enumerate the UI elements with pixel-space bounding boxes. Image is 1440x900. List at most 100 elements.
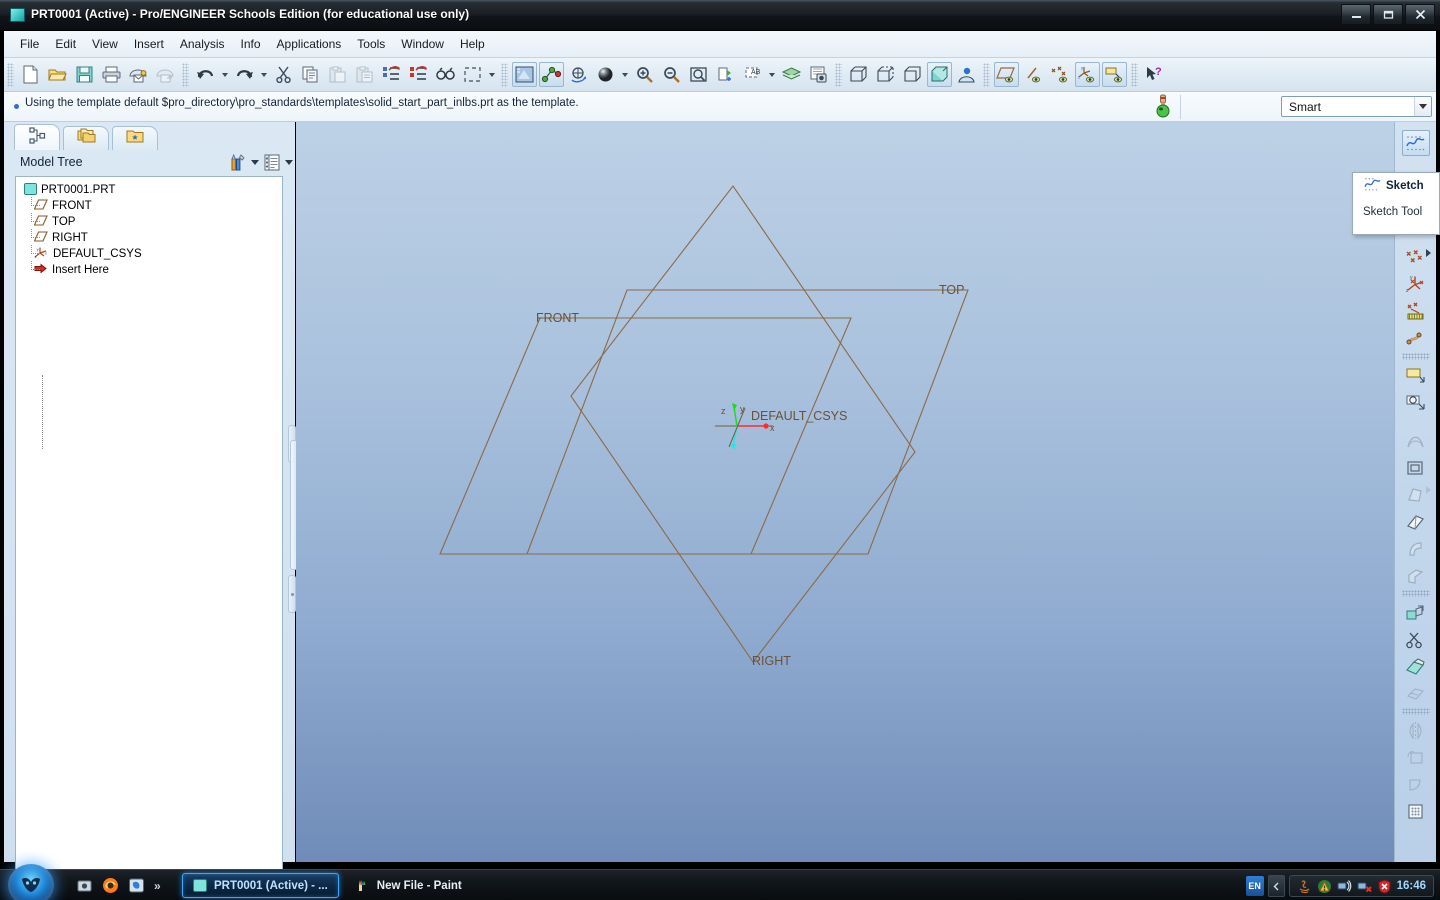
datum-csys-icon[interactable] (1402, 325, 1430, 351)
hidden-line-icon[interactable] (873, 62, 898, 87)
display-style-dropdown-arrow[interactable] (619, 62, 631, 87)
extrude-icon[interactable] (1402, 362, 1430, 388)
datum-plane-icon[interactable] (1402, 244, 1431, 270)
zoom-out-icon[interactable] (659, 62, 684, 87)
spin-center-icon[interactable] (539, 62, 564, 87)
save-icon[interactable] (72, 62, 97, 87)
tree-item-right[interactable]: RIGHT (16, 229, 282, 246)
solidify-icon[interactable] (1402, 680, 1430, 706)
context-help-icon[interactable]: ? (1142, 62, 1167, 87)
toolbar-grip-3[interactable] (501, 62, 508, 87)
datum-plane-display-icon[interactable] (994, 62, 1019, 87)
tree-item-insert-here[interactable]: Insert Here (16, 261, 282, 278)
menu-window[interactable]: Window (393, 33, 452, 55)
paste-special-icon[interactable] (352, 62, 377, 87)
redo-dropdown-arrow[interactable] (258, 62, 270, 87)
toolbar-grip-6[interactable] (1131, 62, 1138, 87)
tree-columns-dropdown-arrow[interactable] (283, 152, 295, 172)
zoom-in-icon[interactable] (632, 62, 657, 87)
cut-icon[interactable] (271, 62, 296, 87)
show-hidden-icons-icon[interactable] (1267, 875, 1285, 897)
datum-axis-display-icon[interactable] (1021, 62, 1046, 87)
merge-icon[interactable] (1402, 653, 1430, 679)
menu-tools[interactable]: Tools (349, 33, 393, 55)
menu-info[interactable]: Info (233, 33, 269, 55)
toolbar-grip-4[interactable] (835, 62, 842, 87)
menu-edit[interactable]: Edit (47, 33, 84, 55)
tools-filter-icon[interactable] (227, 152, 249, 172)
network-disconnected-icon[interactable] (1357, 879, 1372, 894)
copy-paste-feature-icon[interactable] (1402, 599, 1430, 625)
paste-icon[interactable] (325, 62, 350, 87)
warning-icon[interactable] (1317, 879, 1332, 894)
move-copy-icon[interactable] (1402, 744, 1430, 770)
shade-sphere-icon[interactable] (593, 62, 618, 87)
shell-icon[interactable] (1402, 454, 1430, 480)
tree-root-item[interactable]: PRT0001.PRT (16, 182, 282, 198)
start-button[interactable] (8, 864, 54, 900)
task-button-paint[interactable]: New File - Paint (345, 873, 473, 898)
redraw-icon[interactable] (512, 62, 537, 87)
layer-add-icon[interactable] (713, 62, 738, 87)
redo-icon[interactable] (232, 62, 257, 87)
close-button[interactable] (1405, 4, 1435, 25)
language-indicator[interactable]: EN (1245, 876, 1264, 896)
select-dropdown-arrow[interactable] (486, 62, 498, 87)
show-desktop-icon[interactable] (72, 874, 96, 897)
select-box-icon[interactable] (460, 62, 485, 87)
quick-launch-chevron[interactable]: » (154, 879, 161, 893)
regenerate-icon[interactable] (379, 62, 404, 87)
undo-dropdown-arrow[interactable] (219, 62, 231, 87)
refit-icon[interactable] (686, 62, 711, 87)
sweep-blend-icon[interactable] (1402, 427, 1430, 453)
revolve-icon[interactable] (1402, 389, 1430, 415)
model-tree[interactable]: PRT0001.PRT FRONT TOP RIGHT y z x DEFAUL… (15, 176, 283, 900)
tools-filter-dropdown-arrow[interactable] (249, 152, 261, 172)
mirror-icon[interactable] (1402, 717, 1430, 743)
selection-filter-dropdown[interactable]: Smart (1281, 96, 1432, 117)
tree-item-default-csys[interactable]: y z x DEFAULT_CSYS (16, 245, 282, 262)
copy-icon[interactable] (298, 62, 323, 87)
datum-csys-display-icon[interactable]: yz (1075, 62, 1100, 87)
shaded-icon[interactable] (927, 62, 952, 87)
open-folder-icon[interactable] (45, 62, 70, 87)
orientation-icon[interactable] (566, 62, 591, 87)
wireframe-icon[interactable] (846, 62, 871, 87)
tree-columns-icon[interactable] (261, 152, 283, 172)
menu-analysis[interactable]: Analysis (172, 33, 233, 55)
toolbar-grip[interactable] (7, 62, 14, 87)
rib-icon[interactable] (1402, 508, 1430, 534)
undo-icon[interactable] (193, 62, 218, 87)
java-icon[interactable] (1297, 879, 1312, 894)
annotation-icon[interactable]: AB (740, 62, 765, 87)
pattern-icon[interactable] (1402, 798, 1430, 824)
tree-item-top[interactable]: TOP (16, 213, 282, 230)
menu-insert[interactable]: Insert (126, 33, 172, 55)
round-icon[interactable] (1402, 535, 1430, 561)
fill-icon[interactable] (1402, 771, 1430, 797)
new-file-icon[interactable] (18, 62, 43, 87)
toolbar-grip-2[interactable] (182, 62, 189, 87)
annotation-display-icon[interactable] (1102, 62, 1127, 87)
tree-item-front[interactable]: FRONT (16, 197, 282, 214)
find-icon[interactable] (433, 62, 458, 87)
print-icon[interactable] (99, 62, 124, 87)
layers-stack-icon[interactable] (779, 62, 804, 87)
graphics-viewport[interactable]: TOP FRONT RIGHT y z x DEFAULT_CSYS (296, 122, 1394, 862)
menu-file[interactable]: File (12, 33, 47, 55)
draft-icon[interactable] (1402, 481, 1431, 507)
regenerate-manual-icon[interactable] (406, 62, 431, 87)
model-tree-tab[interactable] (14, 124, 60, 150)
datum-axis-icon[interactable]: y z (1402, 271, 1430, 297)
network-icon[interactable] (1337, 879, 1352, 894)
datum-plane-flyout-arrow[interactable] (1425, 249, 1431, 257)
trim-icon[interactable] (1402, 626, 1430, 652)
minimize-button[interactable] (1341, 4, 1371, 25)
no-hidden-icon[interactable] (900, 62, 925, 87)
menu-view[interactable]: View (84, 33, 126, 55)
panel-splitter-bottom-handle[interactable] (288, 575, 296, 613)
menu-help[interactable]: Help (452, 33, 493, 55)
sketch-tool-icon[interactable] (1401, 130, 1430, 156)
chevron-down-icon[interactable] (1414, 97, 1431, 116)
clock[interactable]: 16:46 (1397, 880, 1426, 892)
